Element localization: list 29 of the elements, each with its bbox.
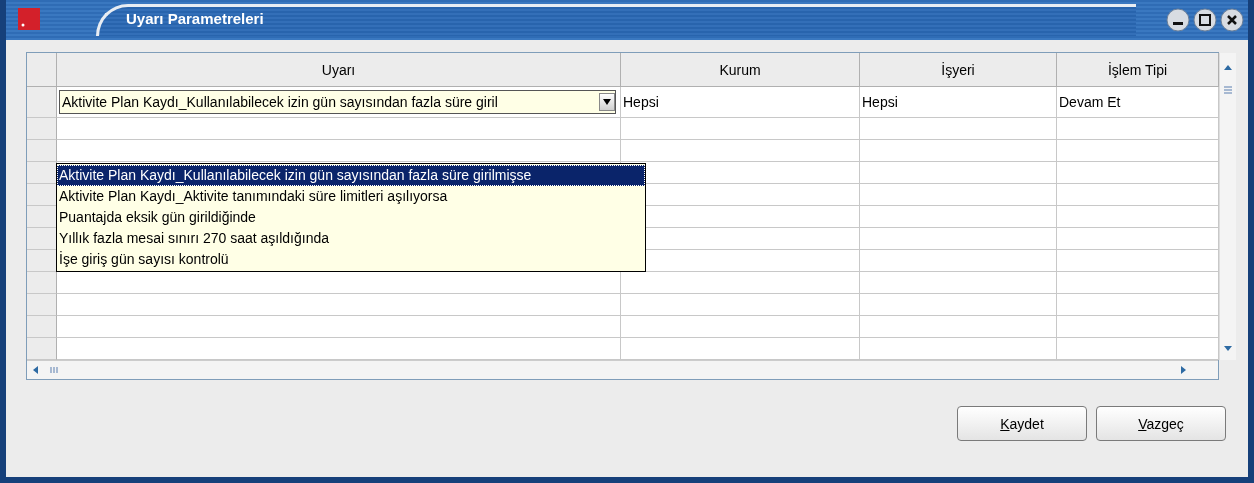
row-header[interactable]	[27, 206, 57, 228]
table-cell: Hepsi	[621, 87, 860, 118]
save-button[interactable]: Kaydet	[957, 406, 1087, 441]
minimize-button[interactable]	[1166, 8, 1190, 32]
row-header[interactable]	[27, 184, 57, 206]
dropdown-arrow-icon	[602, 99, 612, 105]
horizontal-scrollbar[interactable]	[27, 360, 1218, 379]
column-header[interactable]: Uyarı	[57, 53, 621, 87]
maximize-button[interactable]	[1193, 8, 1217, 32]
scroll-grip-icon[interactable]	[1221, 83, 1235, 97]
dropdown-option[interactable]: İşe giriş gün sayısı kontrolü	[57, 249, 645, 270]
window-title: Uyarı Parametreleri	[126, 10, 264, 27]
vertical-scrollbar[interactable]	[1219, 53, 1236, 360]
close-button[interactable]	[1220, 8, 1244, 32]
column-header[interactable]: İşlem Tipi	[1057, 53, 1219, 87]
column-header[interactable]: Kurum	[621, 53, 860, 87]
table-cell: Hepsi	[860, 87, 1057, 118]
app-icon	[18, 8, 40, 30]
row-header[interactable]	[27, 162, 57, 184]
corner-cell	[27, 53, 57, 87]
dropdown-option[interactable]: Yıllık fazla mesai sınırı 270 saat aşıldığında	[57, 228, 645, 249]
dropdown-option[interactable]: Puantajda eksik gün girildiğinde	[57, 207, 645, 228]
warning-dropdown[interactable]: Aktivite Plan Kaydı_Kullanılabilecek izin gün sayısından fazla süre giril	[59, 90, 616, 114]
dropdown-option[interactable]: Aktivite Plan Kaydı_Aktivite tanımındaki süre limitleri aşılıyorsa	[57, 186, 645, 207]
row-header[interactable]	[27, 250, 57, 272]
row-header[interactable]	[27, 228, 57, 250]
column-header[interactable]: İşyeri	[860, 53, 1057, 87]
cancel-button[interactable]: Vazgeç	[1096, 406, 1226, 441]
dropdown-option[interactable]: Aktivite Plan Kaydı_Kullanılabilecek izin gün sayısından fazla süre girilmişse	[57, 165, 645, 186]
